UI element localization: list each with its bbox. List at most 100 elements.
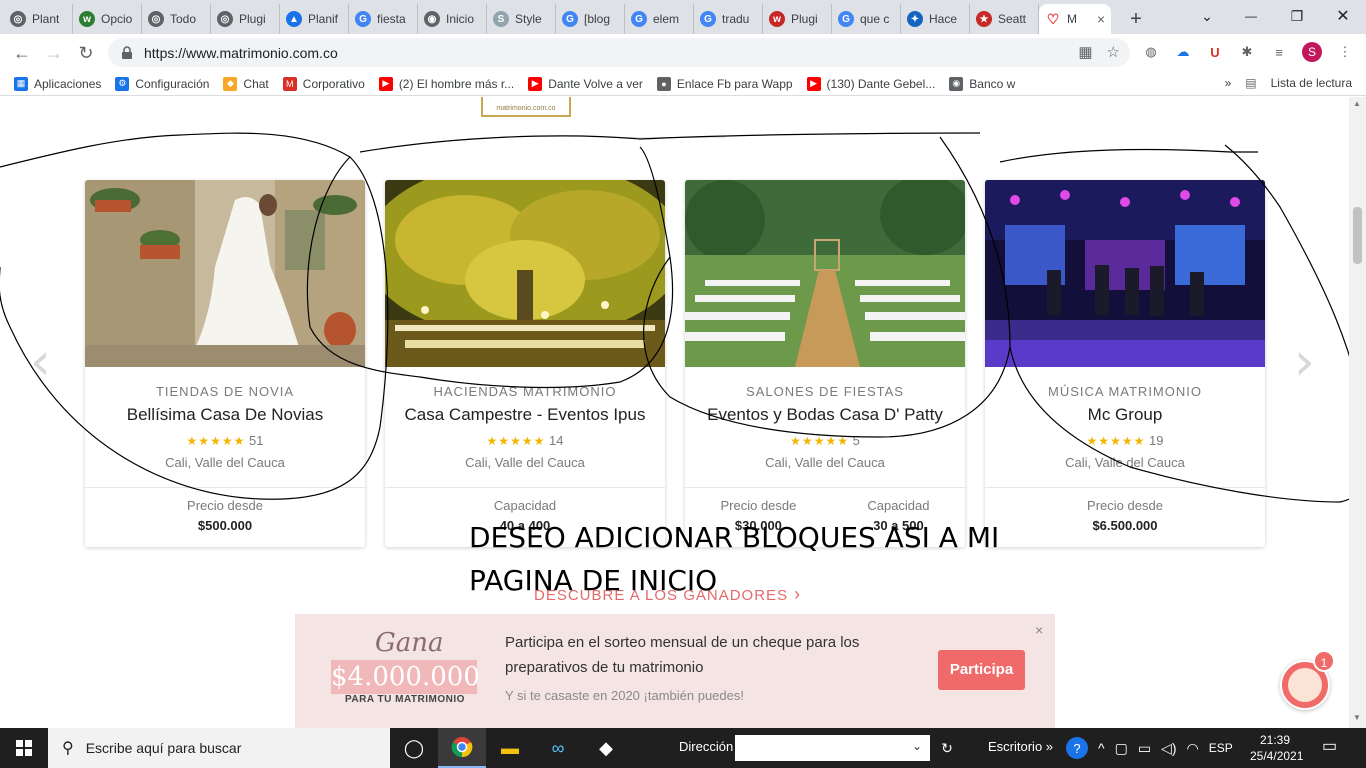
browser-tab[interactable]: Gtradu	[694, 4, 763, 34]
clock-time: 21:39	[1259, 733, 1291, 747]
cloud-icon[interactable]: ☁	[1174, 43, 1192, 61]
bookmarks-bar: ▦ Aplicaciones ⚙ Configuración ◆ Chat M Corpora…	[0, 72, 1366, 96]
chat-notification-badge: 1	[1313, 650, 1335, 672]
participa-button[interactable]: Participa	[938, 650, 1025, 690]
task-view-icon[interactable]: ◯	[390, 728, 438, 768]
close-promo-icon[interactable]: ×	[1035, 622, 1043, 638]
tab-favicon-icon: G	[838, 11, 854, 27]
device-icon[interactable]: ▢	[1115, 740, 1128, 757]
taskbar-search-box[interactable]: ⚲ Escribe aquí para buscar	[48, 728, 390, 768]
vendor-name[interactable]: Bellísima Casa De Novias	[85, 405, 365, 425]
bookmark-item[interactable]: ◉ Banco w	[949, 76, 1015, 91]
dropbox-icon[interactable]: ◆	[582, 728, 630, 768]
file-explorer-icon[interactable]: ▬	[486, 728, 534, 768]
volume-icon[interactable]: ◁)	[1161, 740, 1176, 757]
reading-list-link[interactable]: Lista de lectura	[1271, 76, 1352, 90]
page-scrollbar[interactable]: ▲ ▼	[1349, 97, 1366, 728]
browser-tab[interactable]: ◎ Plugi	[211, 4, 280, 34]
bookmark-star-icon[interactable]: ☆	[1107, 43, 1120, 61]
browser-tab[interactable]: G [blog	[556, 4, 625, 34]
tab-label: Plant	[32, 12, 60, 26]
windows-start-button[interactable]	[0, 728, 48, 768]
reload-icon[interactable]: ↻	[70, 37, 102, 69]
scroll-thumb[interactable]	[1353, 207, 1362, 264]
wifi-icon[interactable]: ◠	[1186, 740, 1198, 757]
u-extension-icon[interactable]: U	[1206, 43, 1224, 61]
extension-circle-icon[interactable]: ◍	[1142, 43, 1160, 61]
show-hidden-icons[interactable]: ^	[1098, 740, 1105, 756]
maximize-button[interactable]: ❐	[1274, 0, 1320, 32]
vendor-location: Cali, Valle del Cauca	[1065, 455, 1185, 470]
browser-tab[interactable]: Gque c	[832, 4, 901, 34]
puzzle-icon[interactable]: ✱	[1238, 43, 1256, 61]
site-logo[interactable]: matrimonio.com.co	[481, 97, 571, 117]
browser-tab[interactable]: ▲ Planif	[280, 4, 349, 34]
dropdown-icon[interactable]: ⌄	[912, 739, 922, 753]
browser-tab[interactable]: ◎ Todo	[142, 4, 211, 34]
tab-label: Plugi	[239, 12, 266, 26]
browser-tab[interactable]: w Plugi	[763, 4, 832, 34]
profile-avatar[interactable]: S	[1302, 42, 1322, 62]
notifications-icon[interactable]: ▭	[1322, 736, 1337, 756]
tab-label: tradu	[722, 12, 750, 26]
bookmark-item[interactable]: ▶ (2) El hombre más r...	[378, 76, 514, 91]
minimize-button[interactable]: —	[1228, 0, 1274, 32]
help-icon[interactable]: ?	[1066, 737, 1088, 759]
bookmark-item[interactable]: ▦ Aplicaciones	[14, 76, 102, 91]
chrome-taskbar-icon[interactable]	[438, 728, 486, 768]
browser-tab[interactable]: Gelem	[625, 4, 694, 34]
reading-list-icon: ▤	[1245, 76, 1257, 90]
browser-tab[interactable]: ✦ Hace	[901, 4, 970, 34]
new-tab-button[interactable]: +	[1121, 4, 1151, 34]
vendor-name[interactable]: Casa Campestre - Eventos Ipus	[385, 405, 665, 425]
bookmark-favicon-icon: ▶	[378, 76, 393, 91]
more-bookmarks-icon[interactable]: »	[1225, 76, 1232, 90]
carousel-next-icon[interactable]: ›	[1294, 336, 1324, 388]
tab-active[interactable]: ♡ M ×	[1039, 4, 1111, 34]
carousel-prev-icon[interactable]: ‹	[30, 336, 60, 388]
back-icon[interactable]: ←	[6, 37, 38, 69]
language-indicator[interactable]: ESP	[1209, 741, 1233, 755]
menu-dots-icon[interactable]: ⋮	[1336, 43, 1354, 61]
vendor-rating: ★★★★★ 14	[385, 433, 665, 448]
vendor-name[interactable]: Mc Group	[985, 405, 1265, 425]
tab-label: M	[1067, 12, 1077, 26]
bookmark-item[interactable]: ◆ Chat	[223, 76, 269, 91]
tab-label: Plugi	[791, 12, 818, 26]
scroll-up-icon[interactable]: ▲	[1353, 99, 1361, 108]
scroll-down-icon[interactable]: ▼	[1353, 713, 1361, 722]
browser-tab[interactable]: ◎ Plant	[4, 4, 73, 34]
battery-icon[interactable]: ▭	[1138, 740, 1151, 757]
qr-code-icon[interactable]: ▦	[1078, 43, 1092, 61]
bookmark-item[interactable]: ▶ (130) Dante Gebel...	[806, 76, 935, 91]
bookmark-item[interactable]: ⚙ Configuración	[115, 76, 209, 91]
tab-label: [blog	[584, 12, 611, 26]
taskbar-clock[interactable]: 21:39 25/4/2021	[1250, 732, 1303, 764]
close-window-button[interactable]: ✕	[1320, 0, 1366, 32]
browser-tab[interactable]: Gfiesta	[349, 4, 418, 34]
browser-tab[interactable]: S Style	[487, 4, 556, 34]
bookmark-item[interactable]: ● Enlace Fb para Wapp	[656, 76, 793, 91]
vendor-card[interactable]: MÚSICA MATRIMONIO Mc Group ★★★★★ 19 Cali…	[985, 180, 1265, 547]
browser-tab[interactable]: ◉ Inicio	[418, 4, 487, 34]
browser-tab[interactable]: w Opcio	[73, 4, 142, 34]
bookmark-item[interactable]: M Corporativo	[282, 76, 365, 91]
vendor-card[interactable]: HACIENDAS MATRIMONIO Casa Campestre - Ev…	[385, 180, 665, 547]
media-queue-icon[interactable]: ≡	[1270, 43, 1288, 61]
tab-favicon-icon: w	[769, 11, 785, 27]
browser-tab[interactable]: ★ Seatt	[970, 4, 1039, 34]
escritorio-toolbar[interactable]: Escritorio »	[988, 739, 1053, 754]
refresh-icon[interactable]: ↻	[934, 735, 960, 761]
forward-icon[interactable]: →	[38, 37, 70, 69]
vendor-card[interactable]: TIENDAS DE NOVIA Bellísima Casa De Novia…	[85, 180, 365, 547]
vendor-name[interactable]: Eventos y Bodas Casa D' Patty	[685, 405, 965, 425]
address-bar[interactable]: https://www.matrimonio.com.co ▦ ☆	[108, 38, 1130, 67]
tab-search-icon[interactable]: ⌄	[1184, 0, 1230, 32]
vendor-card[interactable]: SALONES DE FIESTAS Eventos y Bodas Casa …	[685, 180, 965, 547]
close-tab-icon[interactable]: ×	[1097, 11, 1105, 27]
bookmark-label: Aplicaciones	[34, 76, 102, 91]
browser-toolbar: ← → ↻ https://www.matrimonio.com.co ▦ ☆ …	[0, 34, 1366, 72]
infinity-app-icon[interactable]: ∞	[534, 728, 582, 768]
bookmark-item[interactable]: ▶ Dante Volve a ver	[528, 76, 643, 91]
direccion-input[interactable]: ⌄	[735, 735, 930, 761]
